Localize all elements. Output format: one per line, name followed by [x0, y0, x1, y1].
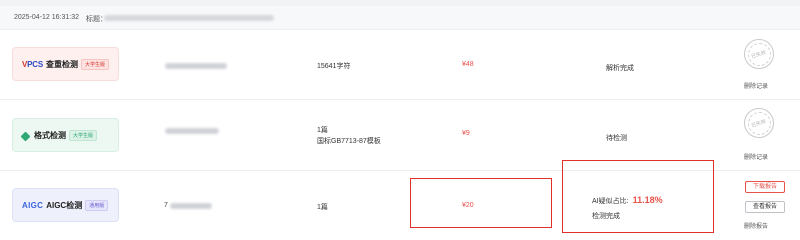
paper-title-redacted	[165, 128, 219, 134]
ai-ratio-highlight-box	[562, 160, 714, 233]
delete-report-link[interactable]: 删除报告	[744, 221, 768, 230]
count-line: 1篇	[317, 127, 328, 134]
expired-stamp-icon: 已失效	[744, 108, 774, 138]
product-card-format: 格式检测 大学生版	[12, 118, 119, 152]
word-count: 15641字符	[317, 61, 350, 72]
price: ¥9	[462, 130, 470, 137]
status-text: 解析完成	[606, 65, 634, 72]
view-report-button[interactable]: 查看报告	[745, 201, 785, 213]
count-line: 1篇	[317, 204, 328, 211]
vpcs-logo-icon: VPCS	[22, 59, 43, 69]
count-line: 15641字符	[317, 63, 351, 70]
template-line: 国标GB7713-87模板	[317, 138, 381, 145]
order-title-redacted	[104, 15, 274, 21]
download-report-button[interactable]: 下载报告	[745, 181, 785, 193]
edition-tag: 通用版	[85, 199, 109, 211]
order-date: 2025-04-12 16:31:32	[14, 14, 79, 21]
order-row-plagiarism: VPCS 查重检测 大学生版 15641字符 ¥48 解析完成 已失效 删除记录	[0, 31, 800, 100]
product-name: 格式检测	[34, 130, 66, 140]
delete-record-link[interactable]: 删除记录	[744, 152, 768, 161]
product-card-aigc: AIGC AIGC检测 通用版	[12, 188, 119, 222]
expired-stamp-icon: 已失效	[744, 39, 774, 69]
delete-record-link[interactable]: 删除记录	[744, 81, 768, 90]
leaf-logo-icon	[22, 131, 31, 140]
edition-tag: 大学生版	[69, 129, 98, 141]
edition-tag: 大学生版	[81, 58, 110, 70]
aigc-logo-icon: AIGC	[22, 200, 44, 210]
order-header: 2025-04-12 16:31:32 标题：	[0, 6, 800, 30]
price-highlight-box	[410, 178, 552, 228]
product-name: 查重检测	[46, 59, 78, 69]
status-text: 待检测	[606, 135, 627, 142]
document-count: 1篇 国标GB7713-87模板	[317, 125, 381, 147]
price: ¥48	[462, 61, 474, 68]
paper-title-redacted	[170, 203, 212, 209]
document-count: 1篇	[317, 202, 328, 213]
paper-title-redacted	[165, 63, 227, 69]
product-name: AIGC检测	[46, 200, 83, 210]
product-card-vpcs: VPCS 查重检测 大学生版	[12, 47, 119, 81]
paper-title-prefix: 7	[164, 202, 168, 209]
